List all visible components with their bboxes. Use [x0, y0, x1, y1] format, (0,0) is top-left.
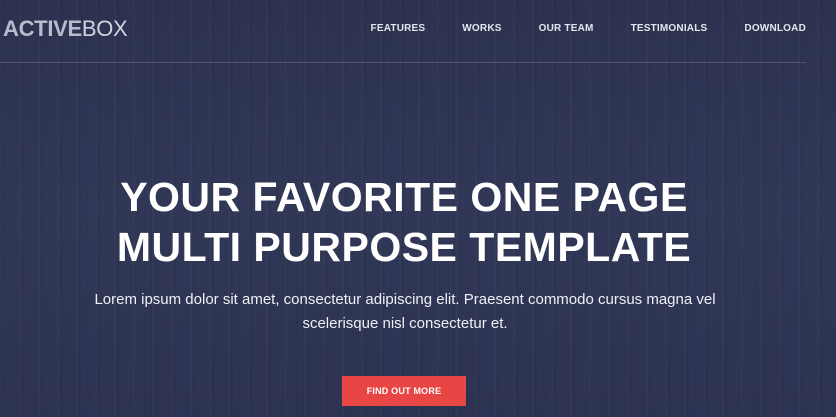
hero-section: ACTIVEBOX FEATURES WORKS OUR TEAM TESTIM…	[0, 0, 836, 417]
nav-item-features[interactable]: FEATURES	[371, 22, 426, 36]
main-nav: FEATURES WORKS OUR TEAM TESTIMONIALS DOW…	[371, 22, 806, 36]
nav-item-works[interactable]: WORKS	[462, 22, 501, 36]
hero-headline: YOUR FAVORITE ONE PAGE MULTI PURPOSE TEM…	[0, 172, 808, 272]
hero-headline-line-1: YOUR FAVORITE ONE PAGE	[120, 174, 688, 220]
logo[interactable]: ACTIVEBOX	[3, 16, 128, 42]
site-header: ACTIVEBOX FEATURES WORKS OUR TEAM TESTIM…	[0, 0, 806, 63]
hero-subtext: Lorem ipsum dolor sit amet, consectetur …	[94, 291, 716, 332]
nav-item-testimonials[interactable]: TESTIMONIALS	[631, 22, 708, 36]
nav-item-our-team[interactable]: OUR TEAM	[539, 22, 594, 36]
find-out-more-button[interactable]: FIND OUT MORE	[342, 376, 466, 406]
nav-item-download[interactable]: DOWNLOAD	[744, 22, 806, 36]
logo-light-text: BOX	[81, 16, 128, 41]
logo-strong-text: ACTIVE	[3, 16, 82, 41]
hero-headline-line-2: MULTI PURPOSE TEMPLATE	[116, 224, 692, 270]
